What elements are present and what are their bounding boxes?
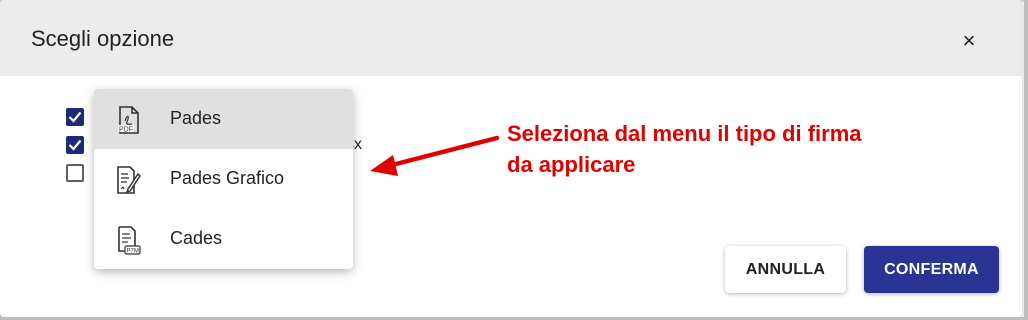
background-page-edge xyxy=(1024,0,1028,320)
annotation-line: da applicare xyxy=(507,152,636,177)
annotation-line: Seleziona dal menu il tipo di firma xyxy=(507,121,862,146)
instruction-annotation: Seleziona dal menu il tipo di firma da a… xyxy=(507,118,947,180)
